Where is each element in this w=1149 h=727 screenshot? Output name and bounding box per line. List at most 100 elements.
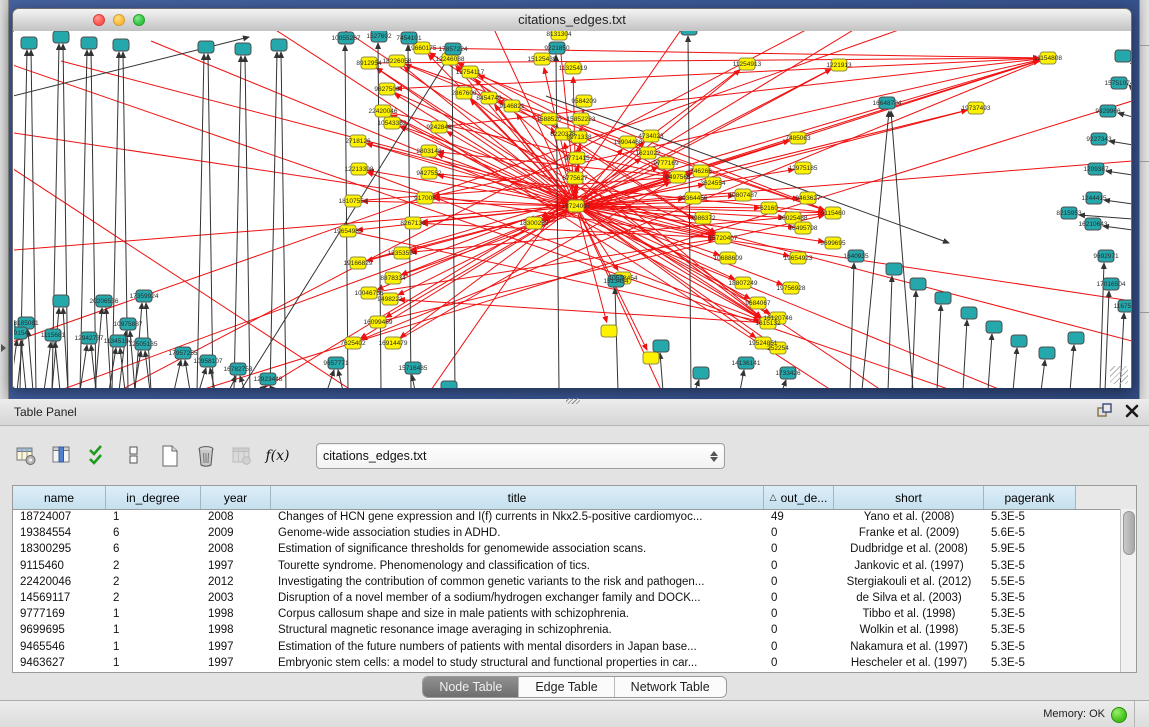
close-panel-icon[interactable] [1125,404,1139,418]
table-cell: 18724007 [13,511,106,523]
table-row[interactable]: 946362711997Embryonic stem cells: a mode… [13,655,1121,671]
tab-network-table[interactable]: Network Table [615,677,726,697]
table-cell: 49 [764,511,834,523]
table-cell: 5.5E-5 [984,576,1076,588]
column-header-in_degree[interactable]: in_degree [106,486,201,509]
column-header-filler [1076,486,1136,509]
tab-edge-table[interactable]: Edge Table [519,677,614,697]
graph-node-label: 2867608 [451,90,477,97]
graph-node-label: 15751074 [1105,80,1131,87]
graph-node[interactable] [681,31,697,35]
delete-column-button[interactable] [192,442,219,470]
graph-node[interactable] [21,37,37,49]
table-selector-dropdown[interactable]: citations_edges.txt [316,443,725,469]
graph-node-label: 9777169 [653,160,679,167]
graph-node[interactable] [53,295,69,307]
column-header-short[interactable]: short [834,486,984,509]
table-cell: 9463627 [13,657,106,669]
table-row[interactable]: 1456911722003Disruption of a novel membe… [13,590,1121,606]
graph-node[interactable] [910,278,926,290]
graph-node[interactable] [441,381,457,388]
table-row[interactable]: 969969511998Structural magnetic resonanc… [13,622,1121,638]
float-panel-icon[interactable] [1097,403,1113,419]
table-row[interactable]: 911546021997Tourette syndrome. Phenomeno… [13,558,1121,574]
graph-node-label: 8267130 [400,220,426,227]
graph-node-label: 8454749 [476,95,502,102]
graph-node[interactable] [271,39,287,51]
table-cell: 2009 [201,527,271,539]
graph-node[interactable] [961,307,977,319]
graph-node-label: 15852223 [567,116,596,123]
graph-node[interactable] [113,39,129,51]
graph-node[interactable] [235,43,251,55]
graph-node[interactable] [81,37,97,49]
graph-node-label: 9771415 [564,155,590,162]
panel-divider-grip[interactable] [566,398,580,404]
graph-node-label: 18226058 [383,58,412,65]
graph-node-label: 12942737 [75,335,104,342]
table-cell: 1 [106,657,201,669]
table-vertical-scrollbar[interactable] [1120,509,1136,672]
table-cell: Stergiakouli et al. (2012) [834,576,984,588]
table-cell: 0 [764,560,834,572]
graph-node[interactable] [886,263,902,275]
graph-node-label: 3624554 [700,180,726,187]
graph-node-label: 8878334 [380,275,406,282]
graph-node-label: 9657771 [323,360,349,367]
graph-node[interactable] [986,321,1002,333]
graph-node-label: 9463627 [795,195,821,202]
graph-node[interactable] [1011,335,1027,347]
graph-node-label: 18807249 [729,280,758,287]
tab-node-table[interactable]: Node Table [423,677,519,697]
row-height-button[interactable] [120,442,147,470]
graph-node[interactable] [53,31,69,43]
collapsed-panel-arrow-icon[interactable] [1,344,6,352]
scrollbar-thumb[interactable] [1123,511,1135,555]
graph-node-label: 10025488 [779,215,808,222]
graph-node[interactable] [653,340,669,352]
column-header-pagerank[interactable]: pagerank [984,486,1076,509]
create-column-button[interactable] [156,442,183,470]
delete-table-button[interactable] [228,442,255,470]
graph-node[interactable] [1039,347,1055,359]
graph-node[interactable] [1115,50,1131,62]
graph-node[interactable] [1068,332,1084,344]
graph-node-label: 12754117 [456,69,485,76]
select-columns-button[interactable] [84,442,111,470]
graph-node-label: 12246088 [436,56,465,63]
graph-node-label: 9146821 [499,103,525,110]
table-row[interactable]: 946554611997Estimation of the future num… [13,639,1121,655]
table-row[interactable]: 977716911998Corpus callosum shape and si… [13,606,1121,622]
graph-node[interactable] [601,325,617,337]
column-header-out_de[interactable]: △out_de... [764,486,834,509]
table-settings-button[interactable] [12,442,39,470]
graph-node-label: 18107554 [339,198,368,205]
table-row[interactable]: 2242004622012Investigating the contribut… [13,574,1121,590]
show-column-button[interactable] [48,442,75,470]
table-cell: Wolkin et al. (1998) [834,624,984,636]
function-builder-button[interactable]: f(x) [264,442,291,470]
column-header-title[interactable]: title [271,486,764,509]
table-row[interactable]: 1830029562008Estimation of significance … [13,541,1121,557]
graph-node[interactable] [935,292,951,304]
table-row[interactable]: 1872400712008Changes of HCN gene express… [13,509,1121,525]
graph-node-label: 9827508 [374,86,400,93]
graph-node[interactable] [198,41,214,53]
table-cell: Hescheler et al. (1997) [834,657,984,669]
graph-node-label: 17957255 [169,350,198,357]
window-titlebar[interactable]: citations_edges.txt [13,9,1131,32]
network-canvas[interactable]: 1872400718300295196601751224608812754117… [14,31,1131,388]
citation-network-graph[interactable]: 1872400718300295196601751224608812754117… [14,31,1131,388]
network-view-window: citations_edges.txt 18724007183002951966… [12,8,1132,388]
table-row[interactable]: 1938455462009Genome-wide association stu… [13,525,1121,541]
column-header-name[interactable]: name [13,486,106,509]
graph-node[interactable] [643,352,659,364]
table-cell: 6 [106,543,201,555]
column-header-year[interactable]: year [201,486,271,509]
window-resize-grip[interactable] [1110,366,1128,384]
table-cell: 5.9E-5 [984,543,1076,555]
graph-node[interactable] [693,367,709,379]
memory-ok-indicator-icon[interactable] [1111,707,1127,723]
graph-node-label: 8131304 [546,31,572,38]
graph-node-label: 9427552 [416,170,442,177]
